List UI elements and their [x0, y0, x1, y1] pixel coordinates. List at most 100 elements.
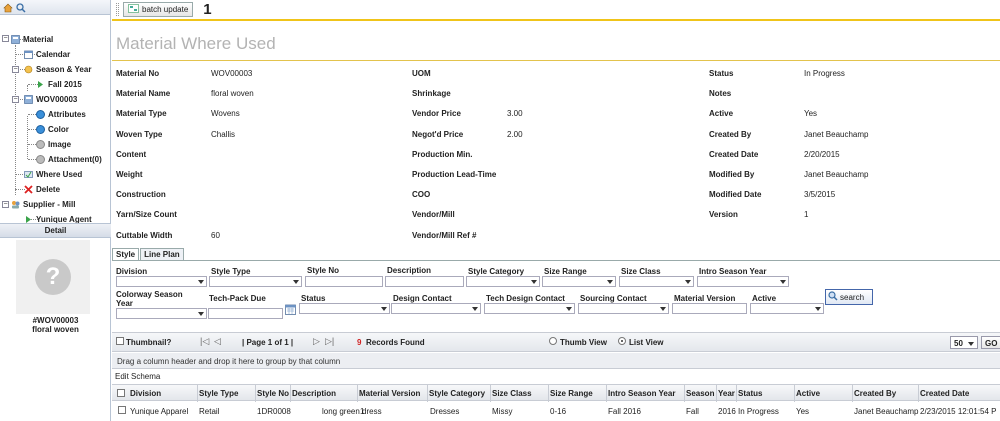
tree-item-calendar[interactable]: Calendar: [24, 48, 70, 60]
table-cell-10: 2016: [718, 407, 736, 416]
sourcing-contact-select[interactable]: [578, 303, 669, 314]
prev-page-icon[interactable]: ◁: [214, 336, 221, 347]
status-select[interactable]: [299, 303, 390, 314]
page-size-select[interactable]: 50: [950, 336, 978, 349]
description-input[interactable]: [385, 276, 464, 287]
col2-label-1: Shrinkage: [412, 89, 451, 99]
tree-item-where-used[interactable]: Where Used: [24, 168, 82, 180]
techpack-due-input[interactable]: [208, 308, 283, 319]
colorway-season-select[interactable]: [116, 308, 207, 319]
description-label: Description: [387, 266, 432, 275]
material-icon: [11, 34, 20, 44]
next-page-icon[interactable]: ▷: [313, 336, 320, 347]
search-icon[interactable]: [16, 2, 26, 13]
style-no-input[interactable]: [305, 276, 383, 287]
column-header-0[interactable]: Division: [130, 389, 161, 398]
list-view-radio[interactable]: [618, 337, 626, 347]
col3-value-2: Yes: [804, 109, 818, 119]
collapse-season-icon[interactable]: −: [12, 66, 19, 73]
col2-label-8: Vendor/Mill Ref #: [412, 230, 477, 240]
style-category-select[interactable]: [466, 276, 540, 287]
column-header-6[interactable]: Size Class: [492, 389, 532, 398]
column-header-2[interactable]: Style No: [257, 389, 289, 398]
column-header-14[interactable]: Created Date: [920, 389, 969, 398]
batch-update-button[interactable]: batch update: [123, 2, 194, 17]
size-class-select[interactable]: [619, 276, 694, 287]
material-version-label: Material Version: [674, 294, 736, 303]
col1-value-0: WOV00003: [211, 69, 253, 78]
table-row[interactable]: Yunique Apparel Retail 1DR0008 long green d…: [112, 402, 1000, 419]
table-cell-14: 2/23/2015 12:01:54 P: [920, 407, 997, 416]
supplier-icon: [11, 200, 20, 209]
column-separator: [918, 385, 919, 402]
tree-item-fall-2015[interactable]: Fall 2015: [36, 78, 82, 90]
tree-item-delete[interactable]: Delete: [24, 183, 60, 195]
row-checkbox[interactable]: [118, 406, 126, 416]
active-label: Active: [752, 294, 777, 303]
status-label: Status: [301, 294, 326, 303]
search-button[interactable]: search: [825, 289, 873, 305]
column-header-7[interactable]: Size Range: [550, 389, 593, 398]
tree-item-image[interactable]: Image: [36, 138, 71, 150]
colorway-season-label: Colorway Season Year: [116, 290, 183, 308]
last-page-icon[interactable]: ▷|: [325, 336, 334, 347]
first-page-icon[interactable]: |◁: [200, 336, 209, 347]
design-contact-select[interactable]: [391, 303, 481, 314]
column-header-3[interactable]: Description: [292, 389, 336, 398]
calendar-picker-icon[interactable]: [285, 304, 296, 317]
tree-item-season-year[interactable]: Season & Year: [24, 63, 91, 75]
column-header-10[interactable]: Year: [718, 389, 735, 398]
column-header-8[interactable]: Intro Season Year: [608, 389, 675, 398]
material-thumbnail[interactable]: ?: [16, 240, 90, 314]
column-header-13[interactable]: Created By: [854, 389, 896, 398]
col1-label-2: Material Type: [116, 109, 167, 119]
tree-item-supplier-mill[interactable]: Supplier - Mill: [11, 198, 75, 210]
collapse-material-icon[interactable]: −: [2, 35, 9, 42]
collapse-wov-icon[interactable]: −: [12, 96, 19, 103]
active-select[interactable]: [750, 303, 824, 314]
tree-item-material[interactable]: Material: [11, 33, 53, 45]
tree-item-attachment[interactable]: Attachment(0): [36, 153, 102, 165]
style-type-select[interactable]: [209, 276, 302, 287]
col3-label-2: Active: [709, 109, 734, 119]
thumb-view-label: Thumb View: [560, 338, 607, 347]
column-separator: [357, 385, 358, 402]
column-separator: [427, 385, 428, 402]
column-header-11[interactable]: Status: [738, 389, 762, 398]
main-panel: batch update 1 Material Where Used Mater…: [112, 0, 1000, 421]
division-select[interactable]: [116, 276, 207, 287]
tree-item-attributes[interactable]: Attributes: [36, 108, 86, 120]
collapse-supplier-icon[interactable]: −: [2, 201, 9, 208]
col2-label-7: Vendor/Mill: [412, 210, 455, 220]
division-label: Division: [116, 267, 148, 276]
column-header-9[interactable]: Season: [686, 389, 714, 398]
column-header-12[interactable]: Active: [796, 389, 820, 398]
material-tree: − − − − Material Calendar Season & Year …: [0, 15, 110, 224]
thumbnail-checkbox[interactable]: [116, 337, 124, 347]
select-all-checkbox[interactable]: [117, 389, 125, 399]
column-separator: [716, 385, 717, 402]
table-cell-2: 1DR0008: [257, 407, 291, 416]
sourcing-contact-label: Sourcing Contact: [580, 294, 647, 303]
size-range-select[interactable]: [542, 276, 616, 287]
table-cell-7: 0-16: [550, 407, 567, 416]
style-no-label: Style No: [307, 266, 340, 275]
column-header-4[interactable]: Material Version: [359, 389, 420, 398]
column-header-5[interactable]: Style Category: [429, 389, 485, 398]
tree-item-color[interactable]: Color: [36, 123, 69, 135]
size-class-label: Size Class: [621, 267, 661, 276]
col3-label-5: Modified By: [709, 170, 755, 179]
go-button[interactable]: GO: [981, 336, 1000, 349]
tech-design-contact-select[interactable]: [484, 303, 575, 314]
home-icon[interactable]: [3, 3, 13, 12]
group-by-bar[interactable]: Drag a column header and drop it here to…: [112, 353, 1000, 369]
col2-label-2: Vendor Price: [412, 109, 461, 119]
tree-item-wov00003[interactable]: WOV00003: [24, 93, 77, 105]
edit-schema-link[interactable]: Edit Schema: [115, 372, 160, 381]
column-separator: [606, 385, 607, 402]
material-version-input[interactable]: [672, 303, 747, 314]
column-header-1[interactable]: Style Type: [199, 389, 238, 398]
intro-season-select[interactable]: [697, 276, 789, 287]
thumb-view-radio[interactable]: [549, 337, 557, 347]
column-separator: [794, 385, 795, 402]
